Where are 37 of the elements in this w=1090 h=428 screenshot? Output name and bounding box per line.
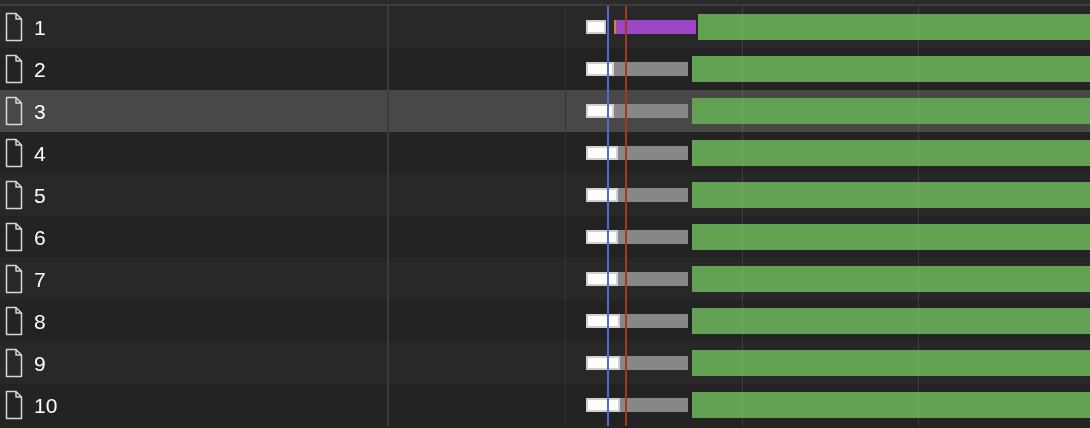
waiting-bar (618, 272, 688, 286)
request-name[interactable]: 3 (34, 100, 46, 122)
request-name[interactable]: 10 (34, 394, 58, 416)
request-name[interactable]: 7 (34, 268, 46, 290)
queue-bar (586, 20, 606, 34)
queue-bar (586, 104, 614, 118)
document-icon (5, 264, 23, 294)
queue-bar (586, 62, 614, 76)
waiting-bar (620, 356, 688, 370)
queue-bar (586, 398, 620, 412)
queue-bar (586, 356, 620, 370)
waiting-bar (618, 230, 688, 244)
waiting-bar (620, 314, 688, 328)
document-icon (5, 180, 23, 210)
waiting-bar (620, 398, 688, 412)
document-icon (5, 348, 23, 378)
request-name[interactable]: 5 (34, 184, 46, 206)
queue-bar (586, 272, 618, 286)
request-name[interactable]: 4 (34, 142, 46, 164)
document-icon (5, 54, 23, 84)
document-icon (5, 12, 23, 42)
document-icon (5, 96, 23, 126)
request-name[interactable]: 6 (34, 226, 46, 248)
queue-bar (586, 230, 618, 244)
request-name[interactable]: 9 (34, 352, 46, 374)
document-icon (5, 306, 23, 336)
waiting-bar (618, 146, 688, 160)
document-icon (5, 390, 23, 420)
queue-bar (586, 146, 618, 160)
request-name[interactable]: 1 (34, 16, 46, 38)
queue-bar (586, 188, 618, 202)
request-name[interactable]: 2 (34, 58, 46, 80)
waiting-bar (618, 188, 688, 202)
document-icon (5, 138, 23, 168)
request-name[interactable]: 8 (34, 310, 46, 332)
document-icon (5, 222, 23, 252)
queue-bar (586, 314, 620, 328)
